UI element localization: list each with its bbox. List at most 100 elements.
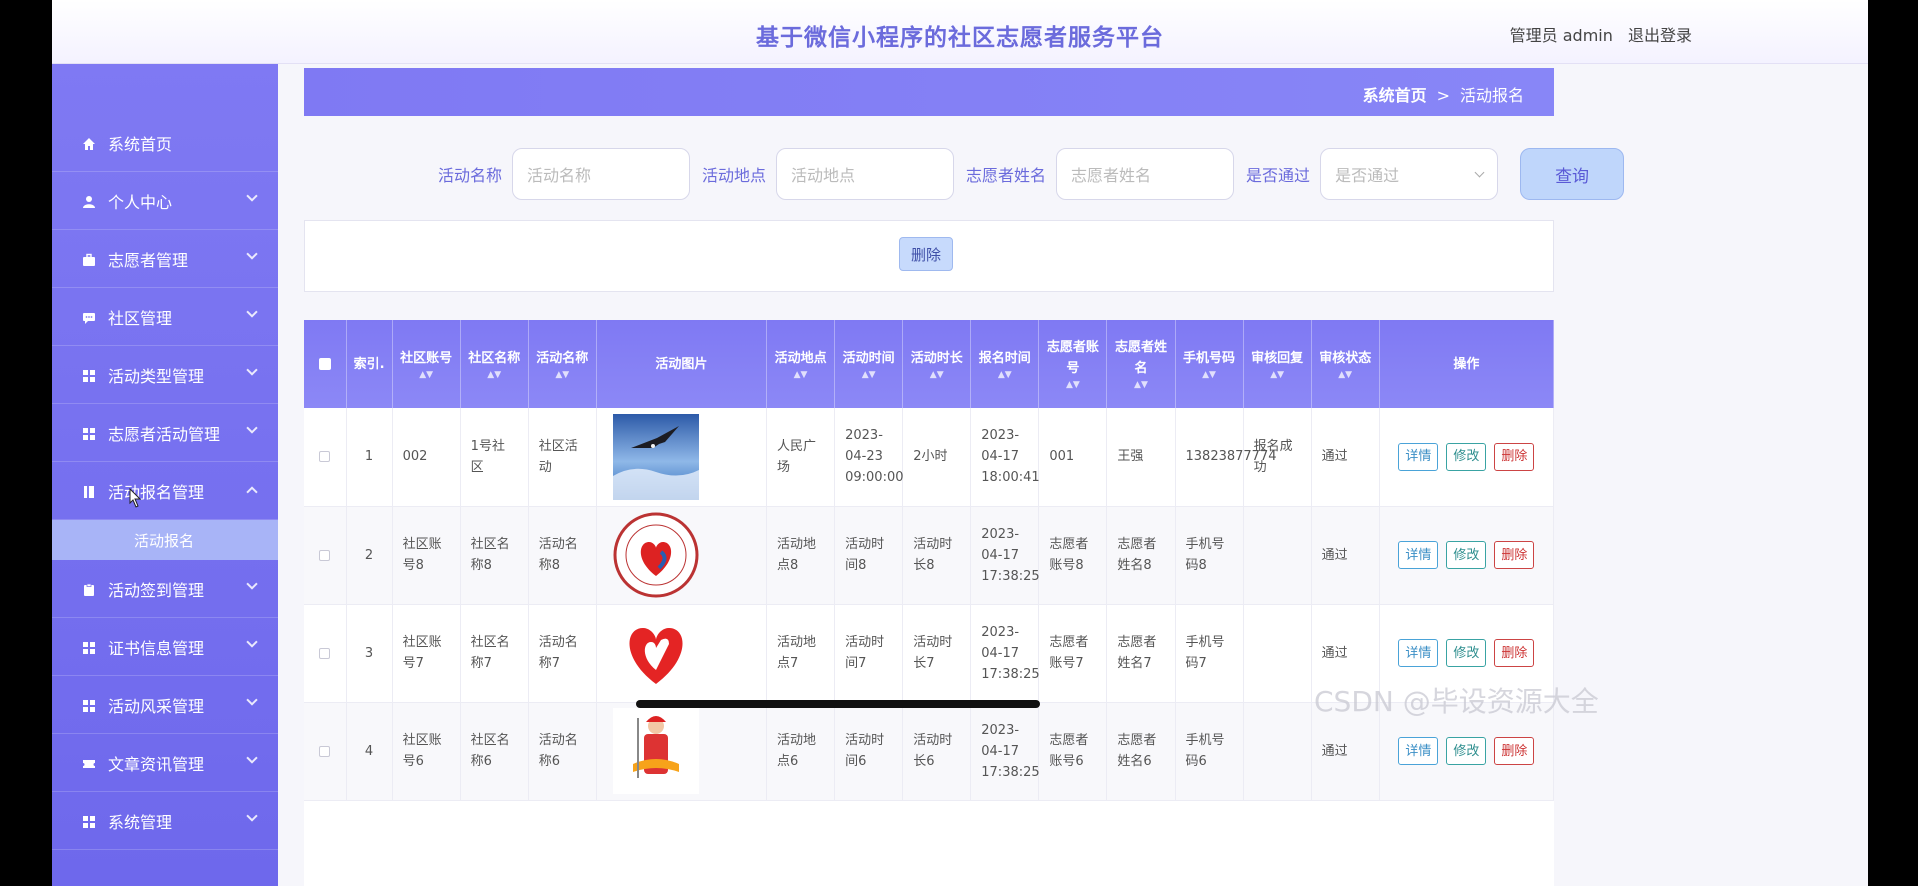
sidebar-item-11[interactable]: 系统管理: [52, 792, 278, 850]
delete-button[interactable]: 删除: [1494, 737, 1535, 765]
detail-button[interactable]: 详情: [1398, 541, 1439, 569]
cell-community-account: 社区账号8: [392, 506, 461, 605]
header-label: 社区名称: [468, 350, 521, 366]
header-review-reply[interactable]: 审核回复 ▲▼: [1243, 320, 1312, 408]
chevron-down-icon: [246, 306, 258, 318]
detail-button[interactable]: 详情: [1398, 737, 1439, 765]
ticket-icon: [82, 756, 96, 770]
sort-icon[interactable]: ▲▼: [837, 369, 900, 381]
row-checkbox[interactable]: [319, 451, 331, 463]
header-select-all[interactable]: [304, 320, 347, 408]
cell-review-reply: [1243, 506, 1312, 605]
table-row[interactable]: 2 社区账号8 社区名称8 活动名称8 活动地点8 活动时间8 活动时长8 2023-04-1…: [304, 506, 1554, 605]
header-phone[interactable]: 手机号码 ▲▼: [1175, 320, 1244, 408]
row-checkbox[interactable]: [319, 647, 331, 659]
row-select-cell[interactable]: [304, 506, 347, 605]
cell-index: 1: [346, 408, 393, 507]
approved-select[interactable]: 是否通过: [1320, 148, 1499, 200]
batch-delete-button[interactable]: 删除: [899, 237, 953, 271]
sidebar-item-10[interactable]: 文章资讯管理: [52, 734, 278, 792]
sort-icon[interactable]: ▲▼: [1041, 379, 1104, 391]
sidebar-item-label: 活动报名管理: [108, 482, 205, 502]
sidebar-item-2[interactable]: 志愿者管理: [52, 230, 278, 288]
cell-activity-location: 活动地点8: [766, 506, 836, 605]
sidebar-item-label: 活动签到管理: [108, 580, 205, 600]
submenu-item-activity-signup[interactable]: 活动报名: [52, 520, 278, 560]
header-review-status[interactable]: 审核状态 ▲▼: [1311, 320, 1380, 408]
sort-icon[interactable]: ▲▼: [973, 369, 1036, 381]
sidebar-item-7[interactable]: 活动签到管理: [52, 560, 278, 618]
cell-volunteer-name: 志愿者姓名7: [1106, 604, 1176, 703]
table-row[interactable]: 1 002 1号社区 社区活动 人民广场 2023-04-23 09:00:00 2小时 20…: [304, 408, 1554, 507]
breadcrumb-home[interactable]: 系统首页: [1363, 86, 1427, 105]
delete-button[interactable]: 删除: [1494, 442, 1535, 471]
activity-name-input[interactable]: 活动名称: [512, 148, 691, 200]
logout-link[interactable]: 退出登录: [1628, 26, 1692, 45]
home-indicator[interactable]: [636, 700, 1040, 708]
edit-button[interactable]: 修改: [1446, 442, 1487, 471]
sort-icon[interactable]: ▲▼: [1246, 369, 1309, 381]
header-label: 志愿者账号: [1046, 340, 1099, 376]
sort-icon[interactable]: ▲▼: [395, 369, 458, 381]
header-community-name[interactable]: 社区名称 ▲▼: [460, 320, 529, 408]
header-volunteer-account[interactable]: 志愿者账号 ▲▼: [1038, 320, 1108, 408]
header-signup-time[interactable]: 报名时间 ▲▼: [970, 320, 1040, 408]
sidebar-item-6[interactable]: 活动报名管理: [52, 462, 278, 520]
sort-icon[interactable]: ▲▼: [1314, 369, 1377, 381]
cell-activity-name: 社区活动: [528, 408, 597, 507]
query-button[interactable]: 查询: [1520, 148, 1625, 200]
sidebar-item-5[interactable]: 志愿者活动管理: [52, 404, 278, 462]
cell-activity-name: 活动名称7: [528, 604, 597, 703]
sort-icon[interactable]: ▲▼: [463, 369, 526, 381]
edit-button[interactable]: 修改: [1446, 639, 1487, 667]
row-select-cell[interactable]: [304, 702, 347, 801]
chevron-down-icon: [246, 422, 258, 434]
sidebar-item-3[interactable]: 社区管理: [52, 288, 278, 346]
header-activity-image[interactable]: 活动图片: [596, 320, 768, 408]
sidebar-item-label: 文章资讯管理: [108, 754, 205, 774]
detail-button[interactable]: 详情: [1398, 639, 1439, 667]
sidebar-item-9[interactable]: 活动风采管理: [52, 676, 278, 734]
cell-operations: 详情 修改 删除: [1379, 408, 1554, 507]
detail-button[interactable]: 详情: [1398, 442, 1439, 471]
sort-icon[interactable]: ▲▼: [1178, 369, 1241, 381]
sort-icon[interactable]: ▲▼: [905, 369, 968, 381]
row-checkbox[interactable]: [319, 745, 331, 757]
header-activity-name[interactable]: 活动名称 ▲▼: [528, 320, 597, 408]
delete-button[interactable]: 删除: [1494, 541, 1535, 569]
sidebar-item-1[interactable]: 个人中心: [52, 172, 278, 230]
sidebar-item-4[interactable]: 活动类型管理: [52, 346, 278, 404]
edit-button[interactable]: 修改: [1446, 737, 1487, 765]
row-checkbox[interactable]: [319, 549, 331, 561]
sidebar-item-8[interactable]: 证书信息管理: [52, 618, 278, 676]
cell-volunteer-account: 志愿者账号7: [1038, 604, 1108, 703]
cell-review-reply: [1243, 702, 1312, 801]
edit-button[interactable]: 修改: [1446, 541, 1487, 569]
sidebar-item-0[interactable]: 系统首页: [52, 114, 278, 172]
row-actions: 详情 修改 删除: [1384, 442, 1549, 471]
header-activity-duration[interactable]: 活动时长 ▲▼: [902, 320, 972, 408]
select-all-checkbox[interactable]: [318, 358, 331, 370]
header-community-account[interactable]: 社区账号 ▲▼: [392, 320, 461, 408]
activity-location-input[interactable]: 活动地点: [776, 148, 955, 200]
chevron-up-icon: [246, 486, 258, 498]
chevron-down-icon: [1474, 167, 1485, 178]
header-activity-time[interactable]: 活动时间 ▲▼: [834, 320, 904, 408]
cell-index: 2: [346, 506, 393, 605]
header-volunteer-name[interactable]: 志愿者姓名 ▲▼: [1106, 320, 1176, 408]
sort-icon[interactable]: ▲▼: [1109, 379, 1172, 391]
current-user: 管理员 admin: [1509, 26, 1613, 45]
sidebar-menu: 系统首页 个人中心 志愿者管理 社区管理 活动类型管理 志愿者活动管理活动报名管理活动报名…: [52, 114, 278, 850]
cell-activity-image: [596, 506, 768, 605]
volunteer-name-input[interactable]: 志愿者姓名: [1056, 148, 1235, 200]
sort-icon[interactable]: ▲▼: [531, 369, 594, 381]
delete-button[interactable]: 删除: [1494, 639, 1535, 667]
header-activity-location[interactable]: 活动地点 ▲▼: [766, 320, 836, 408]
chevron-down-icon: [246, 810, 258, 822]
row-select-cell[interactable]: [304, 604, 347, 703]
book-icon: [82, 484, 96, 498]
grid-icon: [82, 814, 96, 828]
cell-review-status: 通过: [1311, 408, 1380, 507]
sort-icon[interactable]: ▲▼: [769, 369, 832, 381]
row-select-cell[interactable]: [304, 408, 347, 507]
